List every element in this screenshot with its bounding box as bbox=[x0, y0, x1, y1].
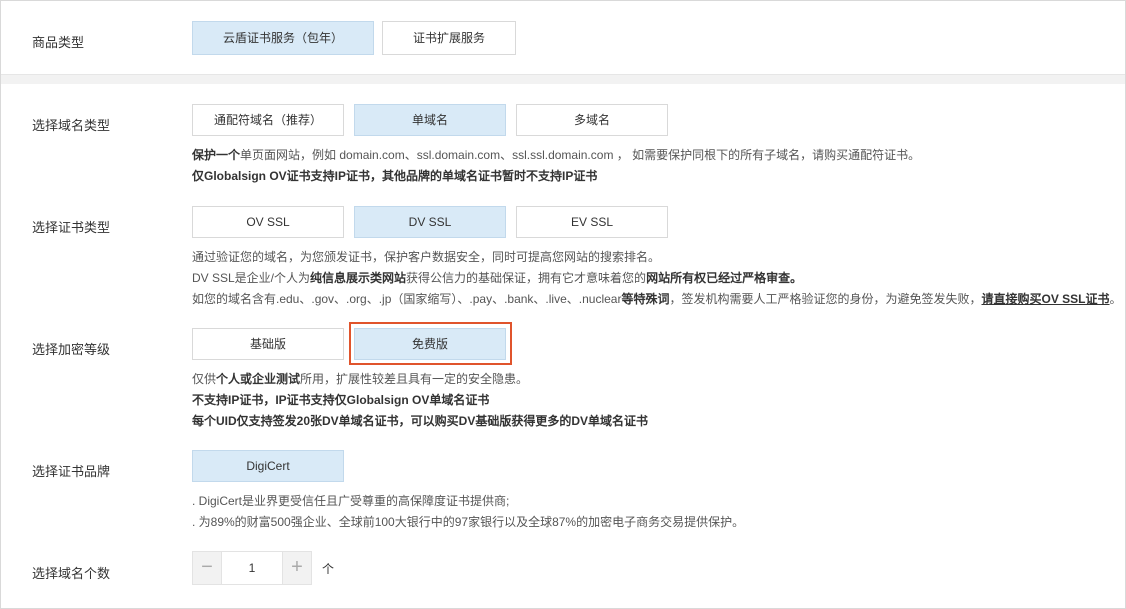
desc-text: 所用，扩展性较差且具有一定的安全隐患。 bbox=[300, 372, 529, 386]
desc-text: 获得公信力的基础保证，拥有它才意味着您的 bbox=[406, 271, 647, 285]
domain-type-description: 保护一个单页面网站，例如 domain.com、ssl.domain.com、s… bbox=[192, 145, 920, 187]
decrement-button[interactable]: − bbox=[193, 552, 222, 584]
desc-bold: 每个UID仅支持签发20张DV单域名证书，可以购买DV基础版获得更多的DV单域名… bbox=[192, 414, 649, 428]
encryption-level-description: 仅供个人或企业测试所用，扩展性较差且具有一定的安全隐患。 不支持IP证书，IP证… bbox=[192, 369, 648, 432]
desc-text: 单页面网站，例如 domain.com、ssl.domain.com、ssl.s… bbox=[240, 148, 921, 162]
desc-text: . 为89%的财富500强企业、全球前100大银行中的97家银行以及全球87%的… bbox=[192, 515, 745, 529]
cert-brand-label: 选择证书品牌 bbox=[32, 464, 111, 479]
desc-text: ，签发机构需要人工严格验证您的身份，为避免签发失败， bbox=[669, 292, 982, 306]
section-divider bbox=[1, 74, 1125, 84]
desc-text: 如您的域名含有.edu、.gov、.org、.jp（国家缩写）、.pay、.ba… bbox=[192, 292, 622, 306]
option-ev-ssl[interactable]: EV SSL bbox=[516, 206, 668, 238]
desc-bold: 保护一个 bbox=[192, 148, 241, 162]
desc-bold: 网站所有权已经过严格审查。 bbox=[646, 271, 803, 285]
domain-count-stepper: − + bbox=[192, 551, 312, 585]
option-dv-ssl[interactable]: DV SSL bbox=[354, 206, 506, 238]
desc-bold: 不支持IP证书，IP证书支持仅Globalsign OV单域名证书 bbox=[192, 393, 490, 407]
option-wildcard-domain[interactable]: 通配符域名（推荐） bbox=[192, 104, 344, 136]
desc-text: 仅供 bbox=[192, 372, 217, 386]
count-unit: 个 bbox=[322, 562, 335, 576]
encryption-level-label: 选择加密等级 bbox=[32, 342, 111, 357]
increment-button[interactable]: + bbox=[282, 552, 311, 584]
buy-ov-ssl-link[interactable]: 请直接购买OV SSL证书 bbox=[982, 292, 1110, 306]
option-cloud-shield-cert[interactable]: 云盾证书服务（包年） bbox=[192, 21, 374, 55]
domain-count-label: 选择域名个数 bbox=[32, 566, 111, 581]
desc-bold: 仅Globalsign OV证书支持IP证书，其他品牌的单域名证书暂时不支持IP… bbox=[192, 169, 598, 183]
desc-text: DV SSL是企业/个人为 bbox=[192, 271, 311, 285]
cert-type-label: 选择证书类型 bbox=[32, 220, 111, 235]
product-type-label: 商品类型 bbox=[32, 35, 85, 50]
cert-type-description: 通过验证您的域名，为您颁发证书，保护客户数据安全，同时可提高您网站的搜索排名。 … bbox=[192, 247, 1122, 310]
domain-type-label: 选择域名类型 bbox=[32, 118, 111, 133]
desc-text: 。 bbox=[1109, 292, 1122, 306]
cert-brand-description: . DigiCert是业界更受信任且广受尊重的高保障度证书提供商; . 为89%… bbox=[192, 491, 744, 533]
option-single-domain[interactable]: 单域名 bbox=[354, 104, 506, 136]
selection-highlight-box bbox=[349, 322, 512, 365]
option-multi-domain[interactable]: 多域名 bbox=[516, 104, 668, 136]
option-digicert[interactable]: DigiCert bbox=[192, 450, 344, 482]
desc-bold: 个人或企业测试 bbox=[216, 372, 301, 386]
option-basic-edition[interactable]: 基础版 bbox=[192, 328, 344, 360]
desc-text: . DigiCert是业界更受信任且广受尊重的高保障度证书提供商; bbox=[192, 494, 510, 508]
option-ov-ssl[interactable]: OV SSL bbox=[192, 206, 344, 238]
desc-bold: 纯信息展示类网站 bbox=[310, 271, 407, 285]
desc-bold: 等特殊词 bbox=[621, 292, 670, 306]
option-cert-extension[interactable]: 证书扩展服务 bbox=[382, 21, 516, 55]
desc-text: 通过验证您的域名，为您颁发证书，保护客户数据安全，同时可提高您网站的搜索排名。 bbox=[192, 250, 661, 264]
domain-count-input[interactable] bbox=[222, 552, 282, 584]
